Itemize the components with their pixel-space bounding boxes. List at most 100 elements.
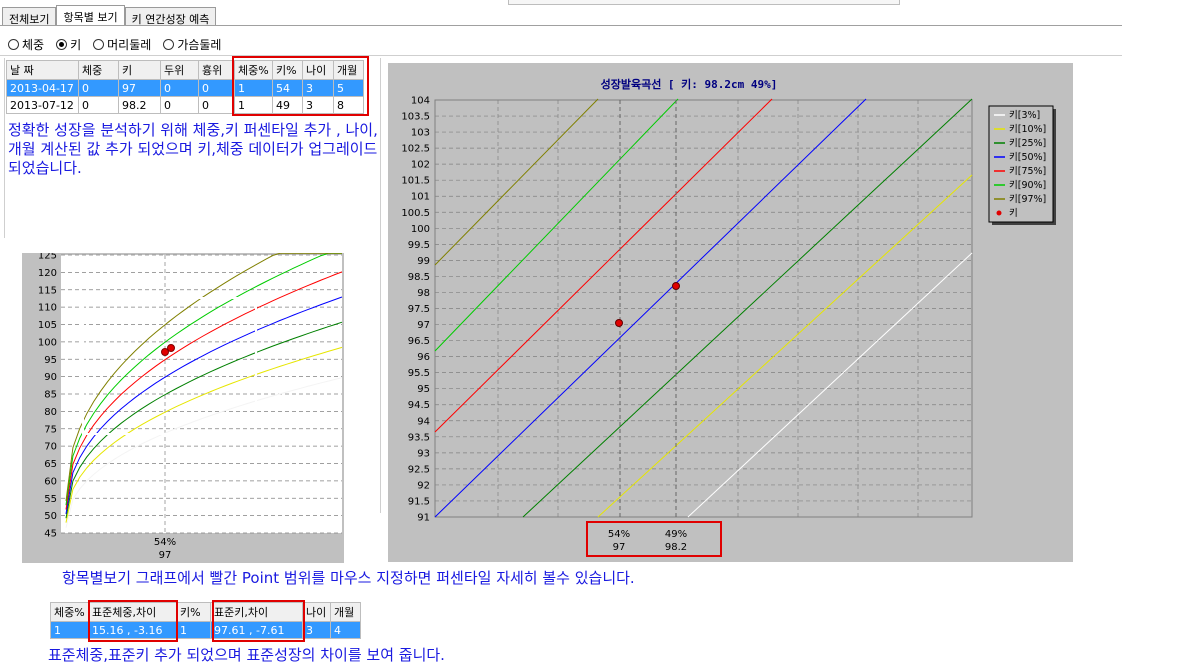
col-header[interactable]: 두위 (160, 60, 199, 80)
y-tick-label: 98.5 (408, 272, 430, 283)
y-tick-label: 92 (417, 480, 430, 491)
tab-divider (0, 25, 1122, 26)
col-header[interactable]: 날 짜 (6, 60, 79, 80)
y-tick-label: 93.5 (408, 432, 430, 443)
radio-head[interactable]: 머리둘레 (93, 36, 151, 53)
col-header[interactable]: 체중% (50, 602, 89, 622)
radio-circle-icon[interactable] (56, 39, 68, 50)
top-field (508, 0, 900, 5)
y-tick-label: 75 (44, 424, 57, 435)
cell: 98.2 (118, 96, 161, 114)
radio-label: 머리둘레 (107, 38, 152, 52)
y-tick-label: 98 (417, 288, 430, 299)
col-header[interactable]: 나이 (302, 602, 331, 622)
x-label-value: 97 (613, 542, 626, 553)
y-tick-label: 102 (411, 160, 430, 171)
legend-label: 키[3%] (1009, 110, 1040, 121)
tab-height-forecast[interactable]: 키 연간성장 예측 (124, 7, 217, 26)
y-tick-label: 125 (38, 253, 57, 262)
y-tick-label: 100 (411, 224, 430, 235)
measure-radio-group: 체중 키 머리둘레 가슴둘레 (8, 36, 221, 53)
y-tick-label: 92.5 (408, 464, 430, 475)
y-tick-label: 50 (44, 511, 57, 522)
radio-circle-icon[interactable] (93, 39, 105, 50)
y-tick-label: 99 (417, 256, 430, 267)
y-tick-label: 94.5 (408, 400, 430, 411)
note-percentile: 정확한 성장을 분석하기 위해 체중,키 퍼센타일 추가 , 나이,개월 계산된… (8, 121, 378, 177)
highlight-box (212, 600, 305, 642)
cell: 0 (160, 96, 199, 114)
chart-title: 성장발육곡선 [ 키: 98.2cm 49%] (601, 77, 778, 91)
tab-overview[interactable]: 전체보기 (2, 7, 57, 26)
col-header[interactable]: 흉위 (198, 60, 235, 80)
legend-swatch (996, 210, 1002, 216)
x-label-percent: 54% (608, 529, 630, 540)
x-label-value: 98.2 (665, 542, 687, 553)
y-tick-label: 70 (44, 442, 57, 453)
y-tick-label: 110 (38, 303, 57, 314)
radio-weight[interactable]: 체중 (8, 36, 44, 53)
y-tick-label: 90 (44, 372, 57, 383)
y-tick-label: 97.5 (408, 304, 430, 315)
y-tick-label: 97 (417, 320, 430, 331)
y-tick-label: 99.5 (408, 240, 430, 251)
y-tick-label: 103 (411, 128, 430, 139)
y-tick-label: 101 (411, 192, 430, 203)
col-header[interactable]: 개월 (330, 602, 361, 622)
radio-chest[interactable]: 가슴둘레 (163, 36, 221, 53)
highlight-box (88, 600, 178, 642)
data-point[interactable] (615, 319, 623, 327)
y-tick-label: 45 (44, 529, 57, 540)
radio-height[interactable]: 키 (56, 36, 81, 53)
data-point[interactable] (672, 282, 680, 290)
radio-label: 가슴둘레 (177, 38, 222, 52)
cell: 1 (50, 621, 89, 639)
y-tick-label: 65 (44, 459, 57, 470)
legend-label: 키[50%] (1009, 152, 1046, 163)
cell: 3 (302, 621, 331, 639)
data-point[interactable] (167, 344, 175, 352)
y-tick-label: 95 (44, 355, 57, 366)
y-tick-label: 103.5 (401, 112, 430, 123)
cell: 97 (118, 79, 161, 97)
y-tick-label: 93 (417, 448, 430, 459)
cell: 0 (160, 79, 199, 97)
cell: 0 (198, 96, 235, 114)
cell: 4 (330, 621, 361, 639)
y-tick-label: 85 (44, 390, 57, 401)
radio-label: 체중 (22, 38, 45, 52)
y-tick-label: 91 (417, 513, 430, 524)
radio-circle-icon[interactable] (163, 39, 175, 50)
note-standard: 표준체중,표준키 추가 되었으며 표준성장의 차이를 보여 줍니다. (48, 646, 445, 664)
y-tick-label: 60 (44, 476, 57, 487)
highlight-box (232, 56, 369, 116)
y-tick-label: 104 (411, 96, 430, 107)
cell: 0 (198, 79, 235, 97)
y-tick-label: 55 (44, 494, 57, 505)
legend-label: 키[90%] (1009, 180, 1046, 191)
y-tick-label: 91.5 (408, 496, 430, 507)
small-growth-chart[interactable]: 45 50 55 60 65 70 75 80 85 90 95 100 105 110 115 120 125… (22, 253, 344, 563)
cell: 2013-07-12 (6, 96, 79, 114)
y-tick-label: 101.5 (401, 176, 430, 187)
legend-label: 키 (1009, 208, 1018, 219)
y-tick-label: 102.5 (401, 144, 430, 155)
col-header[interactable]: 키 (118, 60, 161, 80)
cell: 0 (78, 79, 119, 97)
divider (380, 58, 381, 513)
x-label-percent: 49% (665, 529, 687, 540)
y-tick-label: 80 (44, 407, 57, 418)
y-tick-label: 120 (38, 268, 57, 279)
col-header[interactable]: 키% (176, 602, 211, 622)
y-tick-label: 115 (38, 285, 57, 296)
tab-item-view[interactable]: 항목별 보기 (56, 5, 125, 26)
y-tick-label: 96 (417, 352, 430, 363)
cell: 1 (176, 621, 211, 639)
legend-label: 키[25%] (1009, 138, 1046, 149)
y-tick-label: 94 (417, 416, 430, 427)
growth-chart[interactable]: 성장발육곡선 [ 키: 98.2cm 49%] 91 91.5 92 92.5 93 93… (388, 63, 1073, 562)
radio-circle-icon[interactable] (8, 39, 19, 50)
x-label-value: 97 (159, 550, 172, 561)
legend-label: 키[75%] (1009, 166, 1046, 177)
col-header[interactable]: 체중 (78, 60, 119, 80)
